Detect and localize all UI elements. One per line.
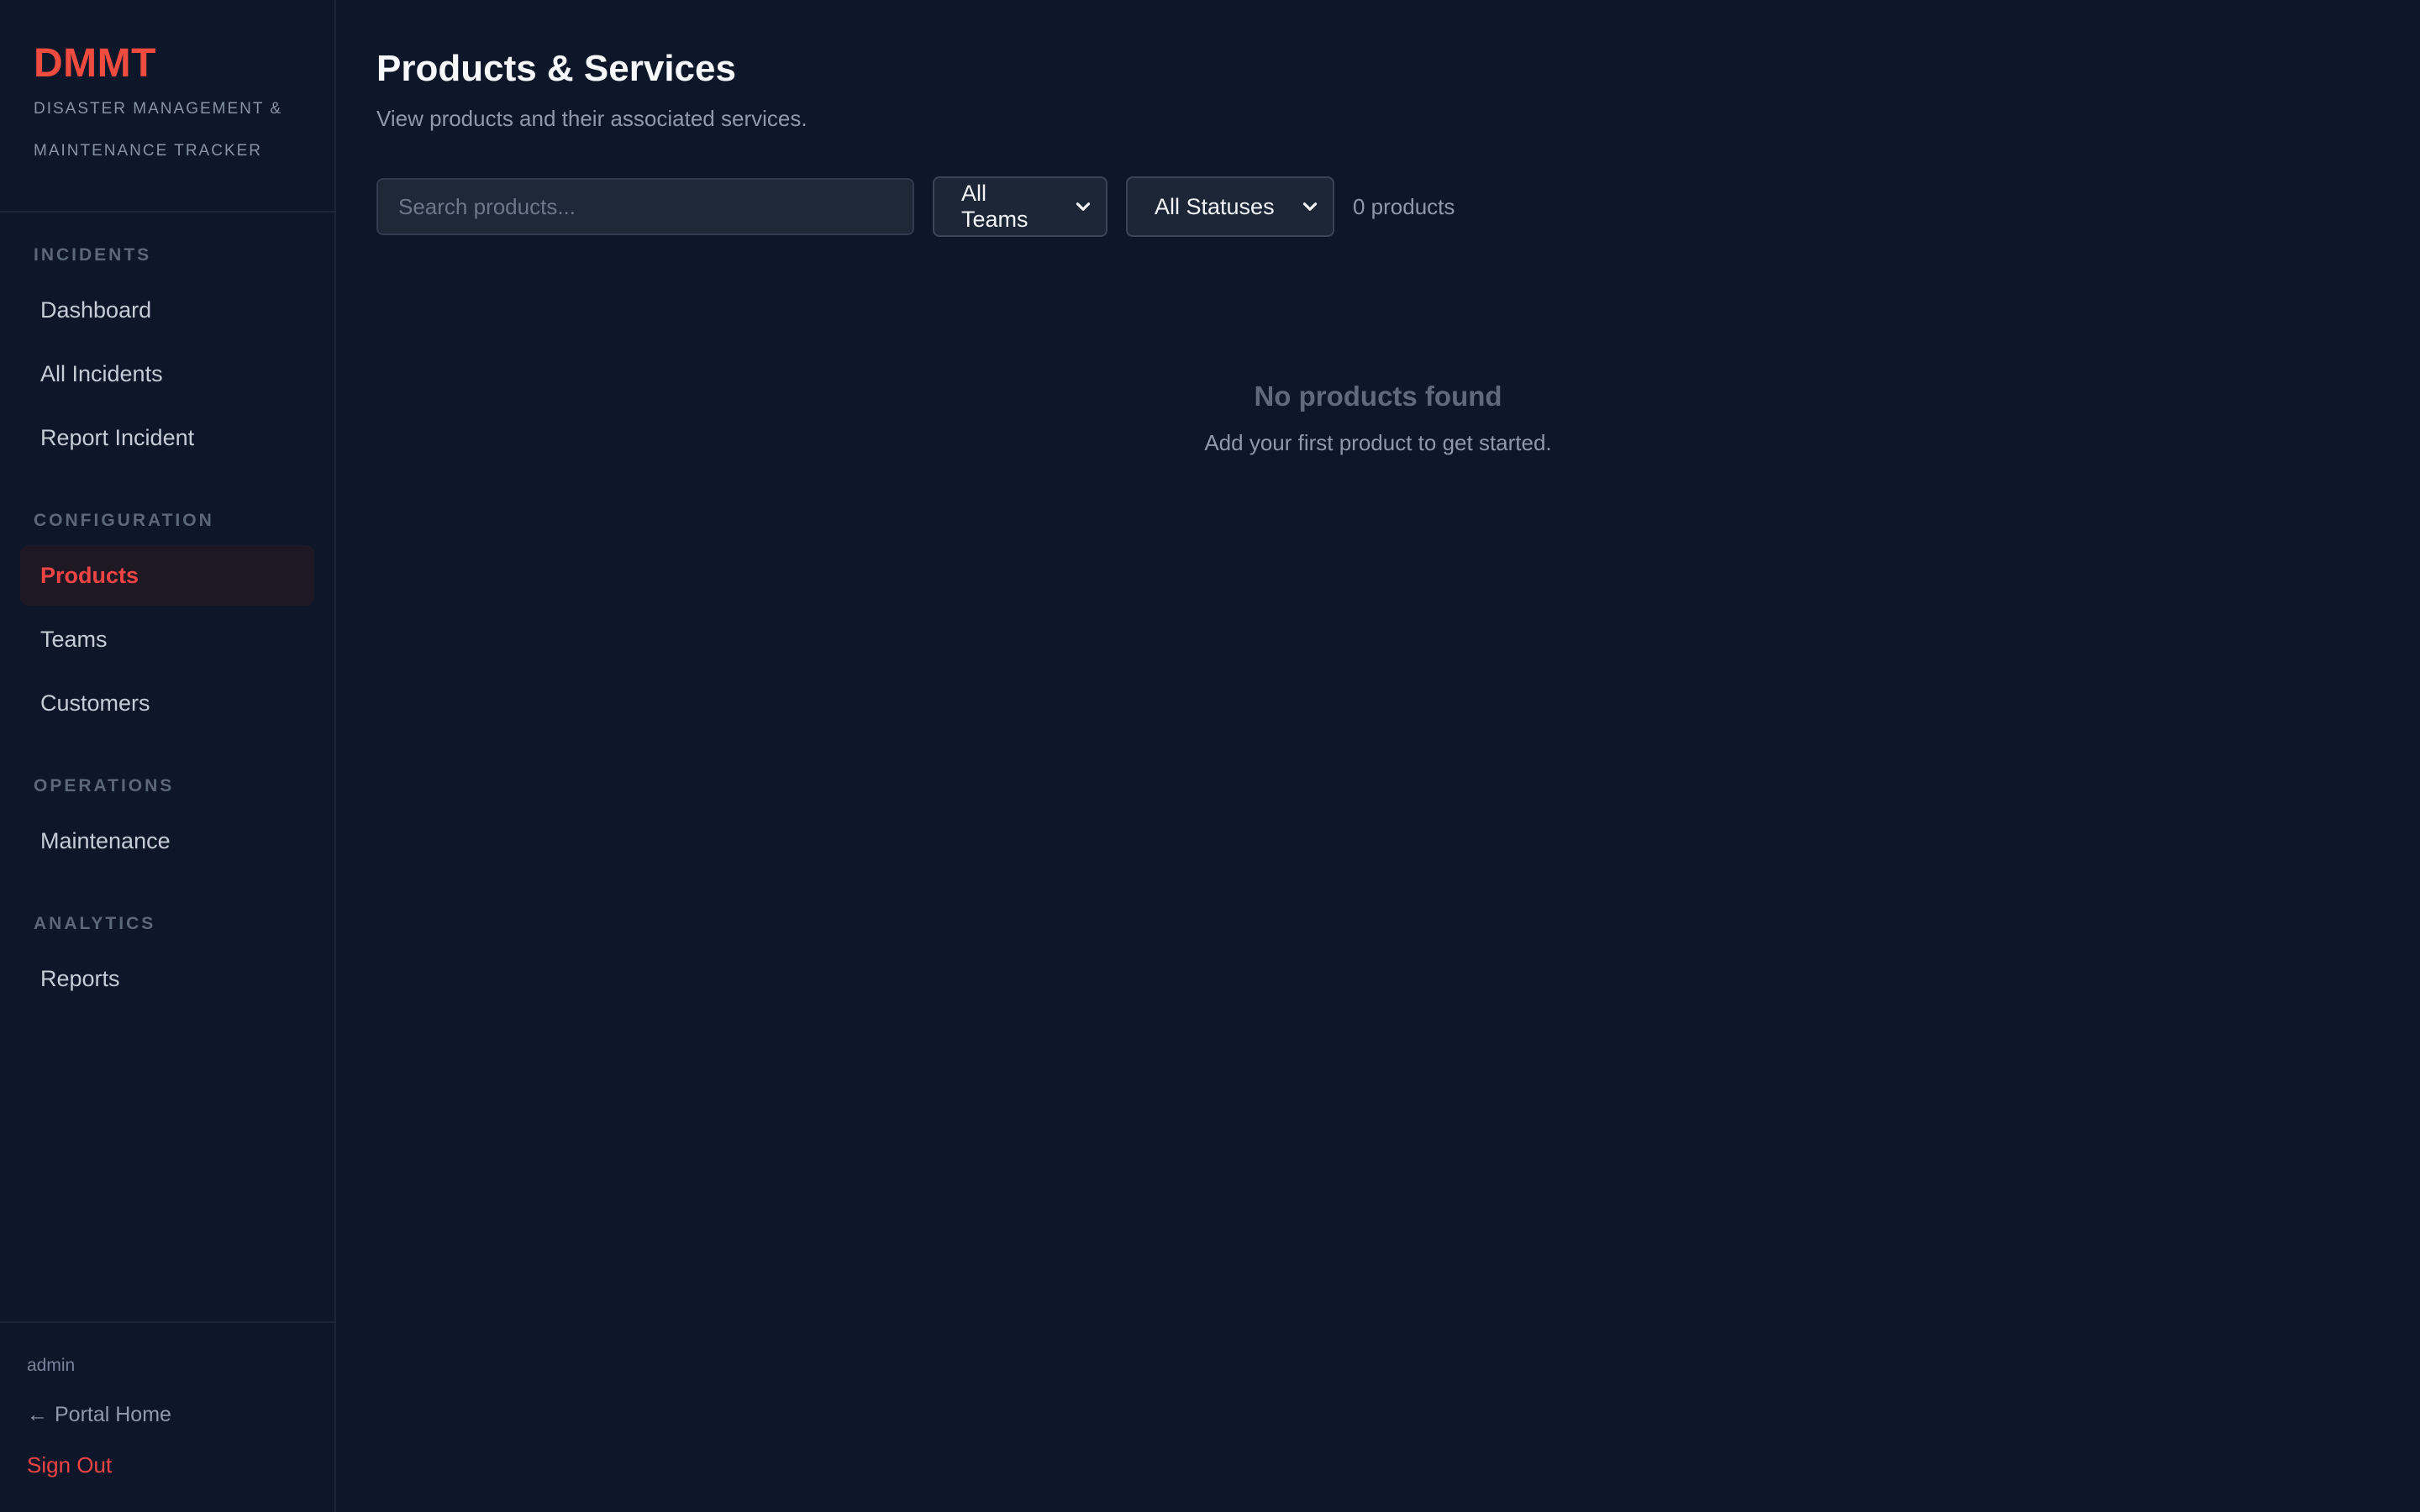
arrow-left-icon: ← xyxy=(27,1402,48,1426)
sign-out-button[interactable]: Sign Out xyxy=(27,1451,308,1479)
empty-state-text: Add your first product to get started. xyxy=(1204,430,1552,455)
sidebar-footer: admin ← Portal Home Sign Out xyxy=(0,1321,334,1512)
sidebar-item-label: Maintenance xyxy=(40,827,171,853)
sidebar-item-label: Teams xyxy=(40,626,108,652)
nav-section-title: ANALYTICS xyxy=(34,914,156,933)
brand: DMMT DISASTER MANAGEMENT & MAINTENANCE T… xyxy=(0,0,334,213)
product-count: 0 products xyxy=(1353,193,1455,219)
sidebar-item-label: Products xyxy=(40,562,139,588)
nav-section-analytics: ANALYTICS Reports xyxy=(0,911,334,1009)
nav-section-title: CONFIGURATION xyxy=(34,511,214,530)
portal-home-label: Portal Home xyxy=(55,1402,171,1426)
main-content: Products & Services View products and th… xyxy=(336,0,2420,1512)
empty-state-title: No products found xyxy=(1254,381,1502,412)
sidebar-item-customers[interactable]: Customers xyxy=(20,673,314,733)
nav-section-operations: OPERATIONS Maintenance xyxy=(0,774,334,871)
sidebar-item-label: Report Incident xyxy=(40,424,195,450)
sidebar-item-all-incidents[interactable]: All Incidents xyxy=(20,344,314,404)
sidebar-item-dashboard[interactable]: Dashboard xyxy=(20,280,314,340)
sidebar-item-maintenance[interactable]: Maintenance xyxy=(20,811,314,871)
chevron-down-icon xyxy=(1302,202,1318,211)
sidebar-nav: INCIDENTS Dashboard All Incidents Report… xyxy=(0,213,334,1009)
sidebar-item-label: Dashboard xyxy=(40,297,152,323)
brand-subtitle-line-2: MAINTENANCE TRACKER xyxy=(34,142,263,160)
brand-title: DMMT xyxy=(34,41,156,86)
sidebar-item-products[interactable]: Products xyxy=(20,545,314,606)
sidebar-item-teams[interactable]: Teams xyxy=(20,609,314,669)
nav-section-configuration: CONFIGURATION Products Teams Customers xyxy=(0,508,334,733)
page-title: Products & Services xyxy=(376,48,736,89)
sidebar: DMMT DISASTER MANAGEMENT & MAINTENANCE T… xyxy=(0,0,336,1512)
nav-section-title: INCIDENTS xyxy=(34,245,152,265)
brand-subtitle: DISASTER MANAGEMENT & MAINTENANCE TRACKE… xyxy=(34,87,301,173)
nav-section-incidents: INCIDENTS Dashboard All Incidents Report… xyxy=(0,243,334,468)
sidebar-item-reports[interactable]: Reports xyxy=(20,948,314,1009)
teams-filter-value: All Teams xyxy=(961,181,1028,232)
filter-toolbar: All Teams All Statuses 0 products xyxy=(376,176,2380,237)
sidebar-item-report-incident[interactable]: Report Incident xyxy=(20,407,314,468)
portal-home-link[interactable]: ← Portal Home xyxy=(27,1400,308,1429)
brand-subtitle-line-1: DISASTER MANAGEMENT & xyxy=(34,100,283,118)
app-window: DMMT DISASTER MANAGEMENT & MAINTENANCE T… xyxy=(0,0,2420,1512)
chevron-down-icon xyxy=(1076,202,1091,211)
search-input[interactable] xyxy=(376,178,914,235)
sidebar-item-label: Customers xyxy=(40,690,150,716)
nav-section-title: OPERATIONS xyxy=(34,776,175,795)
status-filter-select[interactable]: All Statuses xyxy=(1126,176,1334,237)
page-subtitle: View products and their associated servi… xyxy=(376,106,808,131)
sidebar-item-label: Reports xyxy=(40,965,120,991)
current-user: admin xyxy=(27,1356,76,1375)
status-filter-value: All Statuses xyxy=(1155,193,1275,219)
teams-filter-select[interactable]: All Teams xyxy=(933,176,1107,237)
sidebar-item-label: All Incidents xyxy=(40,360,163,386)
